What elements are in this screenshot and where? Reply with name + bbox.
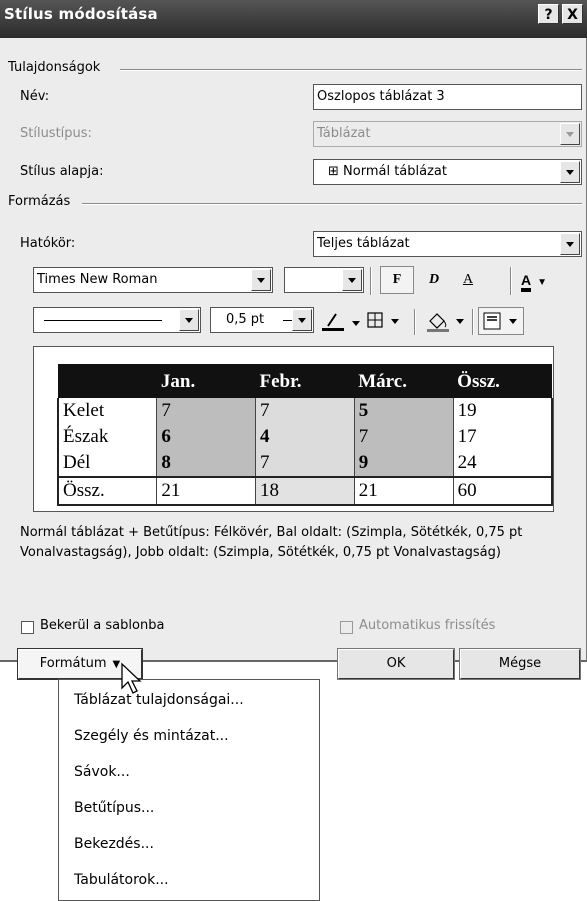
style-based-value: ⊞ Normál táblázat (328, 164, 447, 179)
add-to-template-label[interactable]: Bekerül a sablonba (40, 618, 164, 633)
menu-item-tabs[interactable]: Tabulátorok... (74, 872, 169, 888)
shading-button[interactable] (424, 309, 470, 333)
header-cell: Össz. (453, 364, 552, 398)
table-row: Dél 8 7 9 24 (57, 450, 553, 477)
chevron-down-icon (560, 123, 580, 145)
style-type-value: Táblázat (317, 126, 371, 141)
table-cell: 21 (353, 476, 454, 506)
chevron-down-icon[interactable] (342, 269, 362, 291)
format-label: Formátum (39, 656, 107, 671)
table-header-row: Jan. Febr. Márc. Össz. (58, 364, 552, 398)
border-color-button[interactable] (320, 309, 364, 333)
font-size-select[interactable] (284, 267, 364, 293)
properties-group-divider (120, 69, 582, 71)
table-row: Észak 6 4 7 17 (57, 424, 553, 450)
table-cell: 60 (452, 476, 553, 506)
table-cell: 24 (452, 450, 553, 477)
scope-value: Teljes táblázat (317, 236, 410, 251)
style-preview: Jan. Febr. Márc. Össz. Kelet 7 7 5 19 És… (33, 346, 554, 512)
italic-button[interactable]: D (419, 266, 449, 294)
table-cell: 4 (254, 424, 355, 450)
toolbar-separator (472, 309, 474, 335)
menu-item-borders-shading[interactable]: Szegély és mintázat... (74, 728, 229, 744)
menu-item-paragraph[interactable]: Bekezdés... (74, 836, 154, 852)
close-button[interactable]: X (562, 4, 583, 24)
table-cell: 17 (452, 424, 553, 450)
auto-update-label: Automatikus frissítés (359, 618, 496, 633)
row-label-cell: Észak (57, 424, 157, 450)
preview-table: Jan. Febr. Márc. Össz. Kelet 7 7 5 19 És… (57, 364, 553, 506)
scope-select[interactable]: Teljes táblázat (313, 231, 582, 257)
row-label-cell: Kelet (57, 398, 157, 424)
table-cell: 7 (254, 450, 355, 477)
table-cell: 21 (156, 476, 256, 506)
line-style-preview (44, 320, 162, 321)
formatting-group-divider (82, 203, 582, 205)
dialog-title: Stílus módosítása (4, 5, 158, 23)
line-width-select[interactable]: 0,5 pt (210, 307, 314, 333)
chevron-down-icon[interactable] (251, 269, 271, 291)
table-cell: 7 (254, 398, 355, 424)
row-label-cell: Dél (57, 450, 157, 477)
style-type-select: Táblázat (313, 121, 582, 147)
table-cell: 7 (353, 424, 454, 450)
style-based-label: Stílus alapja: (20, 164, 104, 179)
style-description: Normál táblázat + Betűtípus: Félkövér, B… (20, 525, 523, 560)
chevron-down-icon[interactable]: ▼ (537, 277, 547, 288)
cell-alignment-button[interactable] (478, 307, 524, 335)
table-cell: 6 (156, 424, 256, 450)
style-based-select[interactable]: ⊞ Normál táblázat (313, 159, 582, 185)
style-type-label: Stílustípus: (20, 126, 92, 141)
line-width-value: 0,5 pt (226, 312, 265, 327)
header-cell: Jan. (156, 364, 256, 398)
pen-icon (322, 313, 360, 331)
menu-item-table-properties[interactable]: Táblázat tulajdonságai... (74, 692, 244, 708)
header-cell: Márc. (354, 364, 454, 398)
chevron-down-icon[interactable] (560, 161, 580, 183)
line-style-select[interactable] (33, 307, 201, 333)
table-cell: 7 (156, 398, 256, 424)
table-cell: 9 (353, 450, 454, 477)
scope-label: Hatókör: (20, 236, 76, 251)
font-name-select[interactable]: Times New Roman (33, 267, 273, 293)
font-color-button[interactable]: A ▼ (518, 266, 560, 294)
menu-item-bands[interactable]: Sávok... (74, 764, 130, 780)
format-menu: Táblázat tulajdonságai... Szegély és min… (58, 679, 320, 901)
title-bar[interactable]: Stílus módosítása ? X (0, 0, 587, 38)
borders-icon (367, 312, 399, 328)
table-row: Kelet 7 7 5 19 (57, 398, 553, 424)
help-button[interactable]: ? (538, 4, 559, 24)
toolbar-separator (414, 309, 416, 335)
align-top-icon (483, 312, 517, 330)
table-cell: 19 (452, 398, 553, 424)
header-cell: Febr. (255, 364, 355, 398)
row-label-cell: Össz. (57, 476, 157, 506)
menu-item-font[interactable]: Betűtípus... (74, 800, 154, 816)
borders-button[interactable] (364, 309, 408, 333)
table-cell: 8 (156, 450, 256, 477)
chevron-down-icon[interactable] (292, 309, 312, 331)
chevron-down-icon[interactable] (179, 309, 199, 331)
mouse-cursor-icon (121, 662, 142, 694)
bold-button[interactable]: F (380, 266, 414, 294)
add-to-template-checkbox[interactable] (21, 621, 34, 634)
auto-update-checkbox (340, 621, 353, 634)
font-name-value: Times New Roman (37, 272, 158, 287)
chevron-down-icon[interactable] (560, 233, 580, 255)
table-total-row: Össz. 21 18 21 60 (57, 476, 553, 506)
paint-bucket-icon (427, 313, 464, 332)
name-label: Név: (20, 89, 50, 104)
ok-button[interactable]: OK (337, 648, 455, 680)
font-color-label: A (521, 272, 532, 292)
table-cell: 18 (254, 476, 355, 506)
header-cell (58, 364, 157, 398)
toolbar-separator (370, 267, 372, 295)
cancel-button[interactable]: Mégse (459, 648, 581, 680)
properties-group-label: Tulajdonságok (8, 60, 107, 75)
formatting-group-label: Formázás (8, 194, 77, 209)
underline-button[interactable]: A (453, 266, 483, 294)
name-field[interactable]: Oszlopos táblázat 3 (313, 84, 582, 110)
table-cell: 5 (353, 398, 454, 424)
toolbar-separator (510, 267, 512, 295)
